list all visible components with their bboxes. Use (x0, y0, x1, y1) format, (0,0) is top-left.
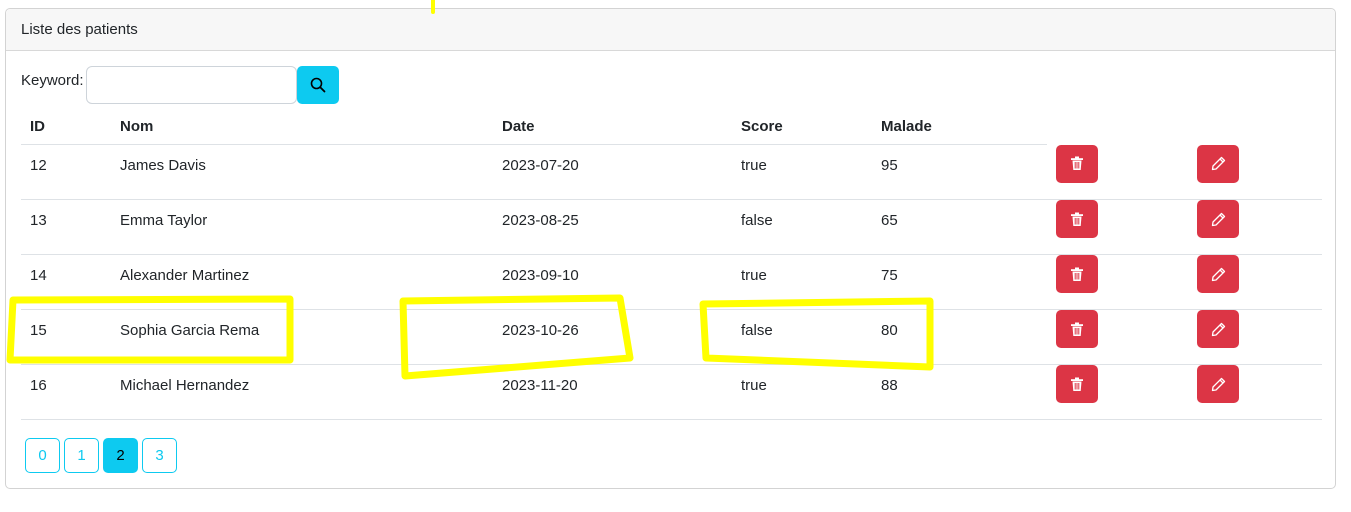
edit-cell (1188, 144, 1322, 200)
cell-id: 15 (21, 309, 111, 365)
table-row: 16 Michael Hernandez 2023-11-20 true 88 (21, 364, 1322, 420)
delete-cell (1047, 254, 1188, 310)
page-button-0[interactable]: 0 (25, 438, 60, 473)
table-body: 12 James Davis 2023-07-20 true 95 13 Emma Tayl… (21, 144, 1322, 420)
header-score: Score (732, 108, 872, 145)
pencil-icon (1211, 212, 1225, 226)
cell-score: true (732, 364, 872, 420)
page-button-2[interactable]: 2 (103, 438, 138, 473)
cell-id: 13 (21, 199, 111, 255)
edit-cell (1188, 254, 1322, 310)
search-button[interactable] (297, 66, 339, 104)
cell-id: 14 (21, 254, 111, 310)
cell-malade: 95 (872, 144, 1047, 200)
cell-score: true (732, 254, 872, 310)
cell-nom: Sophia Garcia Rema (111, 309, 493, 365)
cell-date: 2023-10-26 (493, 309, 732, 365)
cell-malade: 65 (872, 199, 1047, 255)
delete-button[interactable] (1056, 365, 1098, 403)
trash-icon (1071, 267, 1083, 281)
table-row: 13 Emma Taylor 2023-08-25 false 65 (21, 199, 1322, 255)
edit-cell (1188, 309, 1322, 365)
cell-malade: 80 (872, 309, 1047, 365)
delete-button[interactable] (1056, 255, 1098, 293)
cell-nom: Emma Taylor (111, 199, 493, 255)
edit-button[interactable] (1197, 144, 1239, 183)
header-id: ID (21, 108, 111, 145)
delete-cell (1047, 199, 1188, 255)
cell-id: 12 (21, 144, 111, 200)
pencil-icon (1211, 156, 1225, 171)
edit-cell (1188, 199, 1322, 255)
cell-malade: 88 (872, 364, 1047, 420)
keyword-label: Keyword: (21, 72, 84, 89)
header-date: Date (493, 108, 732, 145)
cell-nom: Michael Hernandez (111, 364, 493, 420)
pencil-icon (1211, 377, 1225, 391)
header-nom: Nom (111, 108, 493, 145)
edit-cell (1188, 364, 1322, 420)
cell-date: 2023-11-20 (493, 364, 732, 420)
cell-score: false (732, 309, 872, 365)
edit-button[interactable] (1197, 200, 1239, 238)
trash-icon (1071, 322, 1083, 336)
pencil-icon (1211, 267, 1225, 281)
table-row: 15 Sophia Garcia Rema 2023-10-26 false 80 (21, 309, 1322, 365)
delete-button[interactable] (1056, 310, 1098, 348)
table-row: 14 Alexander Martinez 2023-09-10 true 75 (21, 254, 1322, 310)
delete-cell (1047, 309, 1188, 365)
cell-score: true (732, 144, 872, 200)
cell-date: 2023-09-10 (493, 254, 732, 310)
patients-table: ID Nom Date Score Malade 12 James Davis 20… (21, 108, 1322, 420)
card-header: Liste des patients (6, 9, 1335, 51)
delete-cell (1047, 364, 1188, 420)
pencil-icon (1211, 322, 1225, 336)
table-header-row: ID Nom Date Score Malade (21, 108, 1322, 145)
trash-icon (1071, 156, 1083, 170)
cell-score: false (732, 199, 872, 255)
patients-card: Liste des patients Keyword: ID Nom Date … (5, 8, 1336, 489)
cell-nom: Alexander Martinez (111, 254, 493, 310)
edit-button[interactable] (1197, 310, 1239, 348)
pagination: 0123 (25, 438, 177, 473)
page-button-1[interactable]: 1 (64, 438, 99, 473)
trash-icon (1071, 212, 1083, 226)
cell-nom: James Davis (111, 144, 493, 200)
cell-malade: 75 (872, 254, 1047, 310)
search-icon (310, 77, 326, 93)
delete-button[interactable] (1056, 144, 1098, 183)
cell-date: 2023-08-25 (493, 199, 732, 255)
edit-button[interactable] (1197, 365, 1239, 403)
delete-cell (1047, 144, 1188, 200)
delete-button[interactable] (1056, 200, 1098, 238)
cell-id: 16 (21, 364, 111, 420)
edit-button[interactable] (1197, 255, 1239, 293)
cell-date: 2023-07-20 (493, 144, 732, 200)
page-button-3[interactable]: 3 (142, 438, 177, 473)
header-edit (1188, 108, 1322, 145)
trash-icon (1071, 377, 1083, 391)
keyword-input[interactable] (86, 66, 297, 104)
table-row: 12 James Davis 2023-07-20 true 95 (21, 144, 1322, 200)
header-malade: Malade (872, 108, 1047, 145)
header-delete (1047, 108, 1188, 145)
